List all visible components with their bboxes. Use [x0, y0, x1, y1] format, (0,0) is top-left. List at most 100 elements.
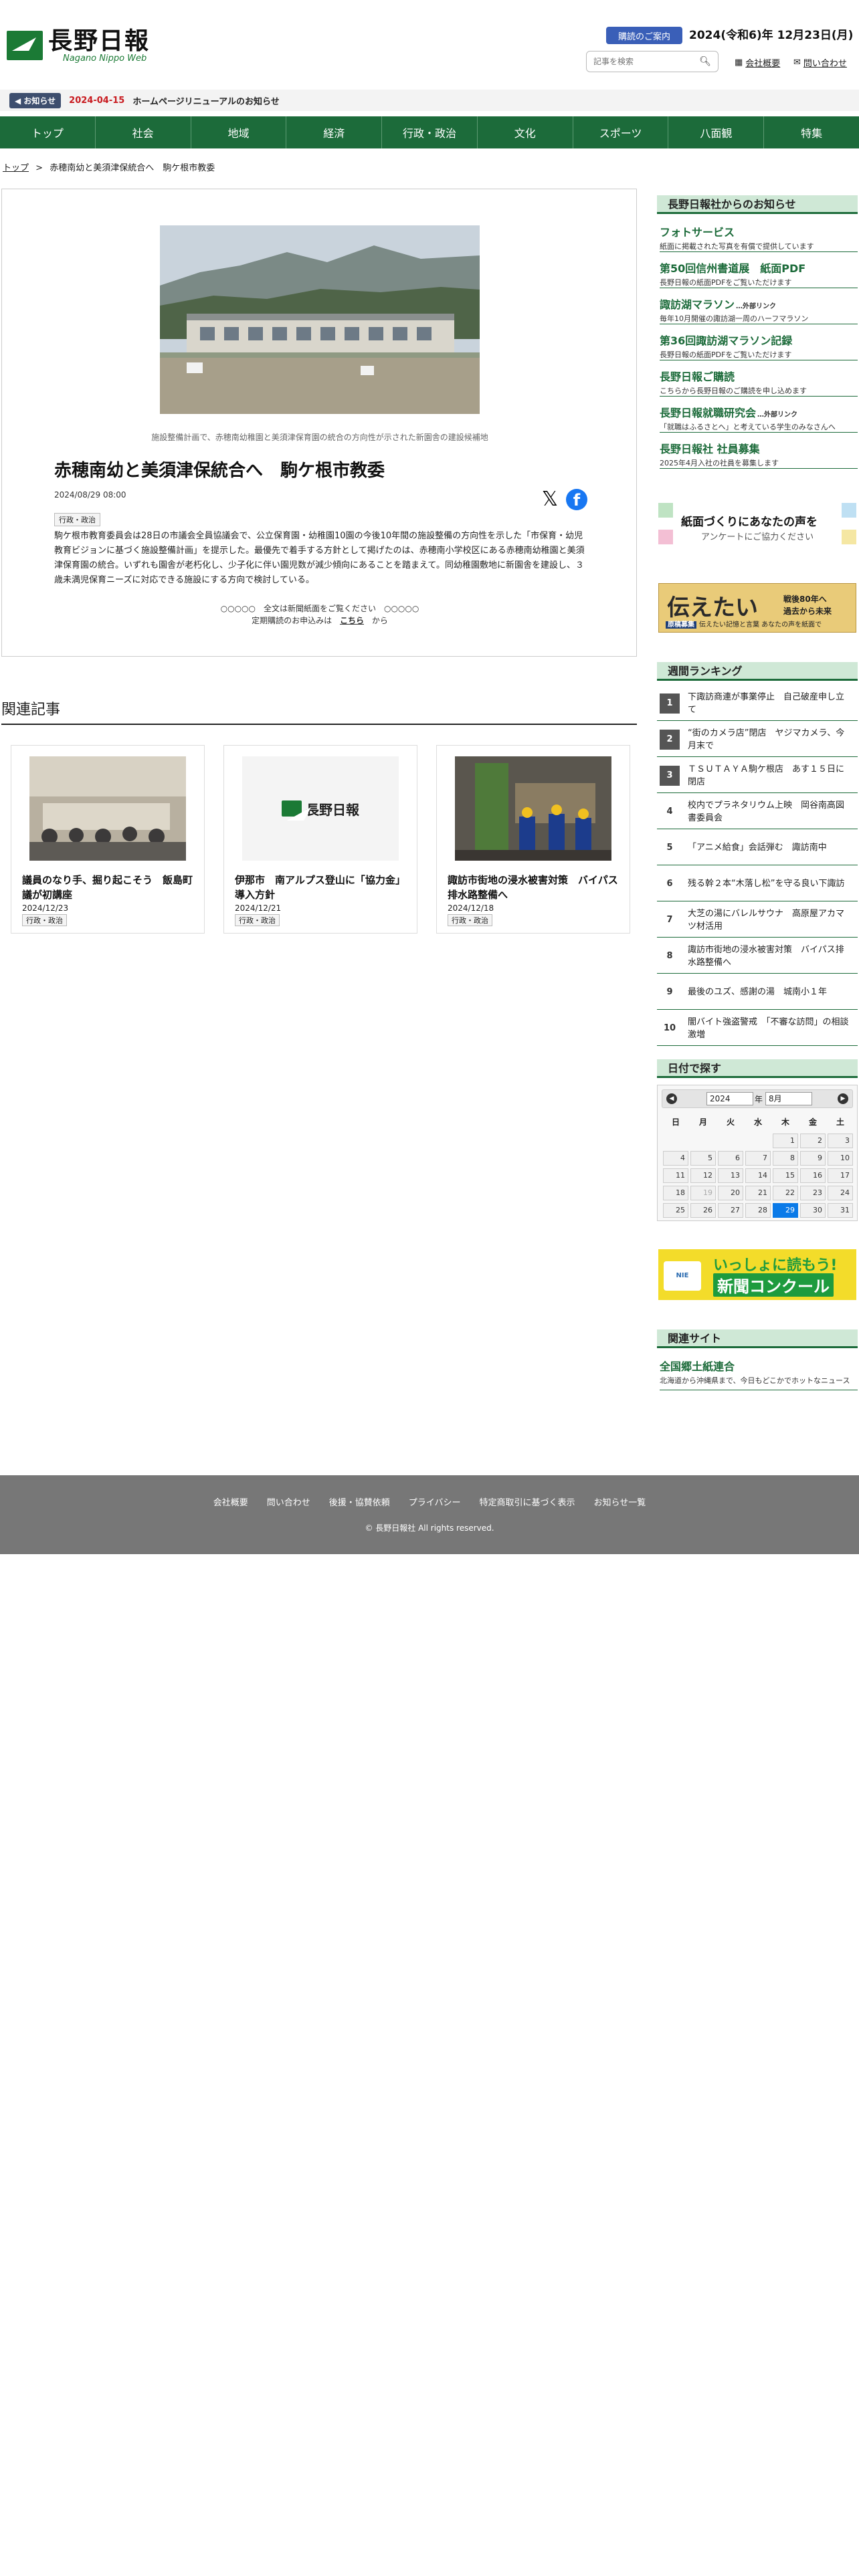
month-select[interactable]: 8月 [765, 1092, 812, 1105]
ranking-item[interactable]: 6 残る幹２本“木落し松”を守る良い下諏訪 [657, 867, 858, 901]
search-icon[interactable]: 🔍︎ [699, 56, 711, 67]
related-title[interactable]: 伊那市 南アルプス登山に「協力金」導入方針 [235, 873, 406, 902]
facebook-share-icon[interactable]: f [566, 489, 587, 510]
calendar-day[interactable]: 1 [773, 1134, 798, 1148]
notice-badge[interactable]: ◀ お知らせ [9, 92, 62, 108]
sidebar-news-item[interactable]: 第36回諏訪湖マラソン記録 長野日報の紙面PDFをご覧いただけます [660, 332, 858, 360]
calendar-day[interactable]: 3 [828, 1134, 853, 1148]
survey-banner[interactable]: 紙面づくりにあなたの声を アンケートにご協力ください [658, 503, 856, 544]
calendar-day[interactable]: 10 [828, 1151, 853, 1166]
calendar-day[interactable]: 2 [800, 1134, 826, 1148]
calendar-day[interactable]: 22 [773, 1186, 798, 1200]
calendar-day[interactable]: 8 [773, 1151, 798, 1166]
nav-item-column[interactable]: 八面観 [668, 116, 765, 148]
calendar-day[interactable]: 12 [690, 1168, 716, 1183]
subscribe-button[interactable]: 購読のご案内 [606, 27, 682, 44]
subscribe-link[interactable]: こちら [340, 616, 364, 625]
category-tag[interactable]: 行政・政治 [54, 513, 100, 526]
nav-item-sports[interactable]: スポーツ [573, 116, 669, 148]
footer-link-company[interactable]: 会社概要 [213, 1495, 248, 1508]
calendar-day[interactable]: 20 [718, 1186, 743, 1200]
related-card[interactable]: 長野日報 伊那市 南アルプス登山に「協力金」導入方針 2024/12/21 行政… [223, 745, 417, 934]
contribution-banner[interactable]: 伝えたい 戦後80年へ 過去から未来 原稿募集 伝えたい記憶と言葉 あなたの声を紙… [658, 583, 856, 633]
related-tag[interactable]: 行政・政治 [235, 914, 280, 926]
calendar-day[interactable]: 25 [663, 1203, 688, 1218]
contact-link[interactable]: ✉ 問い合わせ [793, 56, 847, 69]
calendar-day[interactable]: 18 [663, 1186, 688, 1200]
related-title[interactable]: 諏訪市街地の浸水被害対策 バイパス排水路整備へ [448, 873, 619, 902]
related-card[interactable]: 諏訪市街地の浸水被害対策 バイパス排水路整備へ 2024/12/18 行政・政治 [436, 745, 630, 934]
nav-item-top[interactable]: トップ [0, 116, 96, 148]
calendar-day[interactable]: 19 [690, 1186, 716, 1200]
related-site-item[interactable]: 全国郷土紙連合 北海道から沖縄県まで、今日もどこかでホットなニュース [660, 1358, 858, 1390]
ranking-item[interactable]: 9 最後のユズ、感謝の湯 城南小１年 [657, 975, 858, 1010]
calendar-day[interactable]: 13 [718, 1168, 743, 1183]
year-select[interactable]: 2024 [706, 1092, 753, 1105]
footer-link-commerce-act[interactable]: 特定商取引に基づく表示 [480, 1495, 575, 1508]
nav-item-economy[interactable]: 経済 [286, 116, 383, 148]
ranking-item[interactable]: 4 校内でプラネタリウム上映 岡谷南高図書委員会 [657, 794, 858, 829]
ranking-title: 下諏訪商連が事業停止 自己破産申し立て [688, 691, 845, 715]
calendar-day[interactable]: 31 [828, 1203, 853, 1218]
calendar-day[interactable]: 27 [718, 1203, 743, 1218]
calendar-day[interactable]: 17 [828, 1168, 853, 1183]
calendar-day[interactable]: 14 [745, 1168, 771, 1183]
calendar-day[interactable]: 21 [745, 1186, 771, 1200]
next-month-icon[interactable]: ▶ [838, 1093, 848, 1104]
nav-item-culture[interactable]: 文化 [478, 116, 573, 148]
ranking-item[interactable]: 5 「アニメ給食」会話弾む 諏訪南中 [657, 831, 858, 865]
calendar-day[interactable]: 15 [773, 1168, 798, 1183]
calendar-day[interactable]: 11 [663, 1168, 688, 1183]
newspaper-contest-banner[interactable]: NIE いっしょに読もう! 新聞コンクール [658, 1249, 856, 1300]
rank-number: 1 [660, 693, 680, 714]
calendar-day[interactable]: 5 [690, 1151, 716, 1166]
nav-item-region[interactable]: 地域 [191, 116, 287, 148]
ranking-item[interactable]: 2 “街のカメラ店”閉店 ヤジマカメラ、今月末で [657, 722, 858, 757]
nav-item-features[interactable]: 特集 [764, 116, 859, 148]
footer-link-notices[interactable]: お知らせ一覧 [594, 1495, 646, 1508]
footer-link-contact[interactable]: 問い合わせ [267, 1495, 310, 1508]
prev-month-icon[interactable]: ◀ [666, 1093, 677, 1104]
calendar-day[interactable]: 16 [800, 1168, 826, 1183]
calendar-day[interactable]: 30 [800, 1203, 826, 1218]
related-title[interactable]: 議員のなり手、掘り起こそう 飯島町議が初講座 [22, 873, 193, 902]
rank-number: 8 [666, 951, 673, 961]
calendar-day[interactable]: 28 [745, 1203, 771, 1218]
ranking-item[interactable]: 10 闇バイト強盗警戒 「不審な訪問」の相談激増 [657, 1011, 858, 1046]
related-card[interactable]: 議員のなり手、掘り起こそう 飯島町議が初講座 2024/12/23 行政・政治 [11, 745, 205, 934]
calendar-day[interactable]: 29 [773, 1203, 798, 1218]
notice-link[interactable]: ホームページリニューアルのお知らせ [132, 94, 279, 107]
nav-item-politics[interactable]: 行政・政治 [382, 116, 478, 148]
calendar-day[interactable]: 6 [718, 1151, 743, 1166]
breadcrumb-current: 赤穂南幼と美須津保統合へ 駒ケ根市教委 [50, 163, 215, 173]
article-date: 2024/08/29 08:00 [54, 490, 126, 500]
site-logo[interactable]: 長野日報 Nagano Nippo Web [7, 27, 167, 64]
ranking-item[interactable]: 1 下諏訪商連が事業停止 自己破産申し立て [657, 686, 858, 721]
ranking-item[interactable]: 7 大芝の湯にバレルサウナ 高原屋アカマツ材活用 [657, 903, 858, 938]
ranking-item[interactable]: 3 ＴＳＵＴＡＹＡ駒ケ根店 あす１５日に閉店 [657, 758, 858, 793]
calendar-day[interactable]: 4 [663, 1151, 688, 1166]
sidebar-news-item[interactable]: 長野日報社 社員募集 2025年4月入社の社員を募集します [660, 440, 858, 469]
ranking-title: 諏訪市街地の浸水被害対策 バイパス排水路整備へ [688, 944, 844, 968]
sidebar-news-item[interactable]: フォトサービス 紙面に掲載された写真を有償で提供しています [660, 223, 858, 252]
calendar-weekday: 木 [781, 1117, 789, 1127]
company-link[interactable]: ▦ 会社概要 [735, 56, 780, 69]
ranking-item[interactable]: 8 諏訪市街地の浸水被害対策 バイパス排水路整備へ [657, 939, 858, 974]
breadcrumb-top[interactable]: トップ [3, 163, 29, 173]
footer-link-sponsorship[interactable]: 後援・協賛依頼 [329, 1495, 390, 1508]
calendar-day[interactable]: 26 [690, 1203, 716, 1218]
calendar-day[interactable]: 7 [745, 1151, 771, 1166]
sidebar-news-item[interactable]: 第50回信州書道展 紙面PDF 長野日報の紙面PDFをご覧いただけます [660, 259, 858, 288]
related-tag[interactable]: 行政・政治 [22, 914, 67, 926]
sidebar-news-item[interactable]: 長野日報就職研究会 …外部リンク 「就職はふるさとへ」と考えている学生のみなさんへ [660, 404, 858, 433]
sidebar-news-item[interactable]: 長野日報ご購読 こちらから長野日報のご購読を申し込めます [660, 368, 858, 397]
calendar-day[interactable]: 24 [828, 1186, 853, 1200]
related-tag[interactable]: 行政・政治 [448, 914, 492, 926]
calendar-day[interactable]: 23 [800, 1186, 826, 1200]
footer-link-privacy[interactable]: プライバシー [409, 1495, 461, 1508]
calendar-day[interactable]: 9 [800, 1151, 826, 1166]
x-share-icon[interactable]: 𝕏 [539, 489, 561, 510]
sidebar-news-item[interactable]: 諏訪湖マラソン …外部リンク 毎年10月開催の諏訪湖一周のハーフマラソン [660, 296, 858, 324]
nav-item-society[interactable]: 社会 [96, 116, 191, 148]
search-input[interactable] [593, 57, 694, 66]
